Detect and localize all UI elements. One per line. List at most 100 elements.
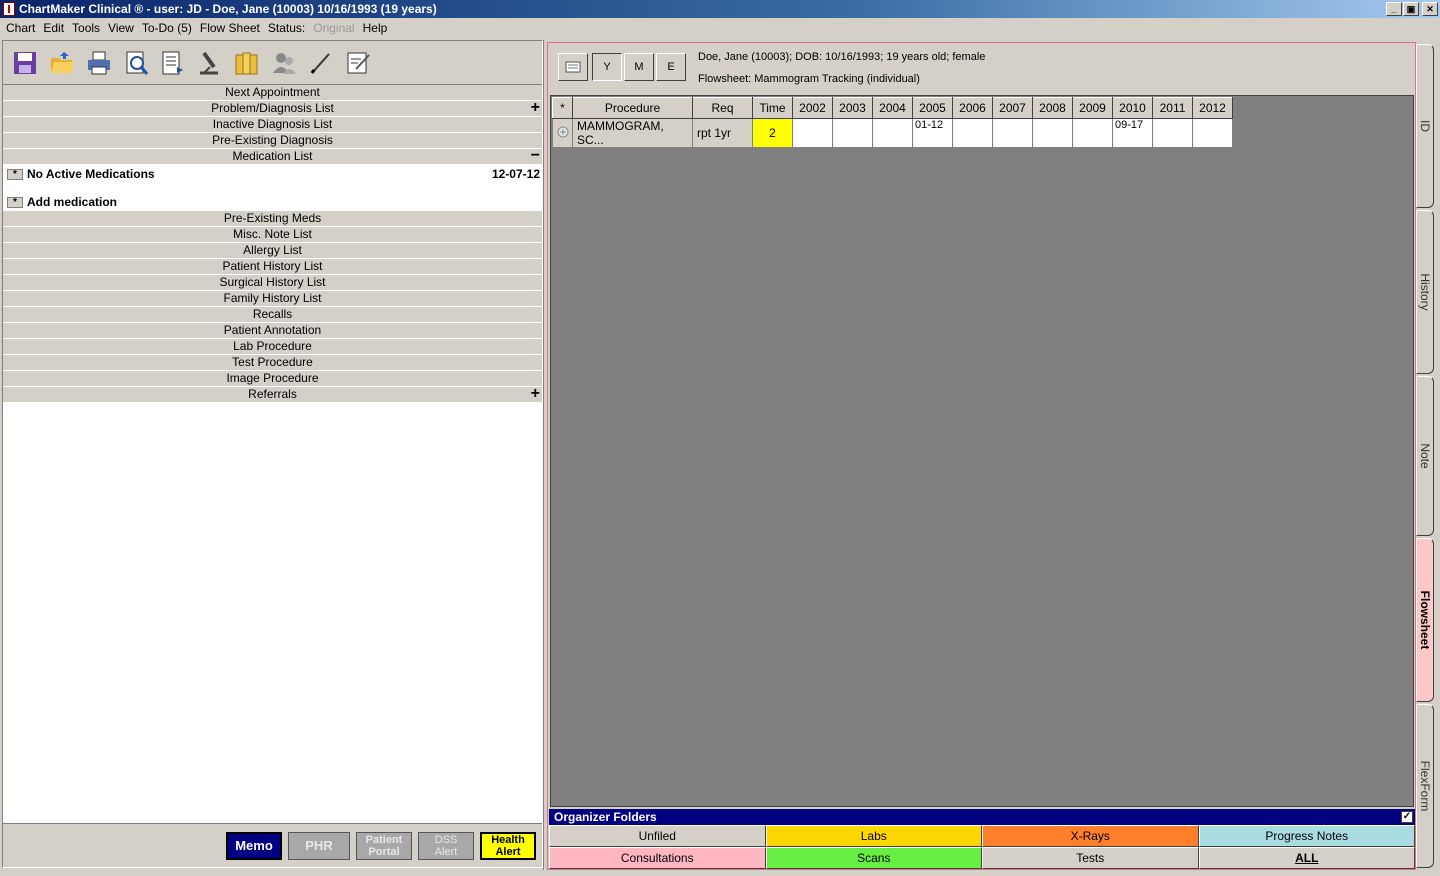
row-selector-icon[interactable]: [552, 118, 573, 148]
year-cell[interactable]: 09-17: [1112, 118, 1153, 148]
year-cell[interactable]: [1152, 118, 1193, 148]
menu-flowsheet[interactable]: Flow Sheet: [196, 21, 264, 35]
procedure-cell[interactable]: MAMMOGRAM, SC...: [572, 118, 693, 148]
star-button[interactable]: *: [7, 168, 23, 180]
minus-icon[interactable]: −: [531, 148, 540, 164]
restore-button[interactable]: ▣: [1403, 2, 1419, 16]
time-cell[interactable]: 2: [752, 118, 793, 148]
table-row[interactable]: MAMMOGRAM, SC... rpt 1yr 2 01-12 09-17: [552, 118, 1233, 148]
memo-button[interactable]: Memo: [226, 831, 282, 860]
section-label: Allergy List: [243, 243, 302, 257]
section-test-procedure[interactable]: Test Procedure: [3, 355, 542, 371]
section-patient-history-list[interactable]: Patient History List: [3, 259, 542, 275]
table-header-row: * Procedure Req Time 2002 2003 2004 2005…: [552, 97, 1233, 119]
section-label: Misc. Note List: [233, 227, 312, 241]
microscope-icon[interactable]: [194, 47, 225, 79]
tab-flexform[interactable]: FlexForm: [1416, 704, 1434, 868]
year-column-header: 2009: [1072, 97, 1113, 119]
flowsheet-grid: * Procedure Req Time 2002 2003 2004 2005…: [550, 95, 1414, 807]
phr-button[interactable]: PHR: [288, 831, 350, 860]
tab-id[interactable]: ID: [1416, 44, 1434, 208]
tab-flowsheet[interactable]: Flowsheet: [1416, 538, 1434, 702]
section-medication-list[interactable]: Medication List −: [3, 148, 542, 165]
folder-all[interactable]: ALL: [1198, 847, 1415, 869]
pen-icon[interactable]: [305, 47, 336, 79]
procedure-column-header[interactable]: Procedure: [572, 97, 693, 119]
req-column-header[interactable]: Req: [692, 97, 753, 119]
section-surgical-history-list[interactable]: Surgical History List: [3, 275, 542, 291]
section-next-appointment[interactable]: Next Appointment: [3, 85, 542, 101]
print-icon[interactable]: [83, 47, 114, 79]
vertical-tabs: ID History Note Flowsheet FlexForm: [1416, 44, 1434, 870]
year-cell[interactable]: [1072, 118, 1113, 148]
folder-progress-notes[interactable]: Progress Notes: [1198, 825, 1415, 847]
note-edit-icon[interactable]: [342, 47, 373, 79]
folder-scans[interactable]: Scans: [765, 847, 982, 869]
folder-consultations[interactable]: Consultations: [549, 847, 766, 869]
year-cell[interactable]: [952, 118, 993, 148]
patient-portal-button[interactable]: Patient Portal: [356, 831, 412, 860]
menu-tools[interactable]: Tools: [68, 21, 104, 35]
app-icon[interactable]: [3, 2, 15, 16]
folder-tests[interactable]: Tests: [982, 847, 1199, 869]
plus-icon[interactable]: +: [531, 386, 540, 402]
month-view-button[interactable]: M: [624, 53, 654, 81]
year-cell[interactable]: [872, 118, 913, 148]
add-medication-row[interactable]: * Add medication: [3, 193, 542, 211]
organizer-checkbox[interactable]: ✓: [1401, 811, 1413, 823]
section-lab-procedure[interactable]: Lab Procedure: [3, 339, 542, 355]
year-cell[interactable]: [992, 118, 1033, 148]
section-allergy-list[interactable]: Allergy List: [3, 243, 542, 259]
tab-note[interactable]: Note: [1416, 376, 1434, 536]
open-folder-icon[interactable]: [46, 47, 77, 79]
tab-label: FlexForm: [1418, 760, 1432, 812]
folders-icon[interactable]: [231, 47, 262, 79]
document-list-icon[interactable]: [157, 47, 188, 79]
section-referrals[interactable]: Referrals +: [3, 386, 542, 403]
section-family-history-list[interactable]: Family History List: [3, 291, 542, 307]
year-cell[interactable]: [832, 118, 873, 148]
year-cell[interactable]: [1032, 118, 1073, 148]
section-inactive-diagnosis[interactable]: Inactive Diagnosis List: [3, 117, 542, 133]
star-column-header: *: [552, 97, 573, 119]
section-pre-existing-meds[interactable]: Pre-Existing Meds: [3, 211, 542, 227]
minimize-button[interactable]: _: [1386, 2, 1402, 16]
folder-labs[interactable]: Labs: [765, 825, 982, 847]
close-button[interactable]: ✕: [1422, 2, 1438, 16]
folder-unfiled[interactable]: Unfiled: [549, 825, 766, 847]
time-column-header[interactable]: Time: [752, 97, 793, 119]
star-button[interactable]: *: [7, 196, 23, 208]
folder-xrays[interactable]: X-Rays: [982, 825, 1199, 847]
section-recalls[interactable]: Recalls: [3, 307, 542, 323]
tab-history[interactable]: History: [1416, 210, 1434, 374]
menu-help[interactable]: Help: [359, 21, 392, 35]
section-misc-note-list[interactable]: Misc. Note List: [3, 227, 542, 243]
flowsheet-table: * Procedure Req Time 2002 2003 2004 2005…: [552, 97, 1233, 148]
menu-todo[interactable]: To-Do (5): [138, 21, 196, 35]
e-view-button[interactable]: E: [656, 53, 686, 81]
section-image-procedure[interactable]: Image Procedure: [3, 371, 542, 387]
window-frame-right: [1434, 38, 1440, 876]
toolbar: [3, 41, 542, 85]
year-cell[interactable]: [792, 118, 833, 148]
menu-view[interactable]: View: [104, 21, 138, 35]
dss-alert-button[interactable]: DSS Alert: [418, 831, 474, 860]
menu-edit[interactable]: Edit: [39, 21, 68, 35]
plus-icon[interactable]: +: [531, 100, 540, 116]
section-problem-list[interactable]: Problem/Diagnosis List +: [3, 100, 542, 117]
users-icon[interactable]: [268, 47, 299, 79]
section-pre-existing-diagnosis[interactable]: Pre-Existing Diagnosis: [3, 133, 542, 149]
preview-icon[interactable]: [120, 47, 151, 79]
req-cell[interactable]: rpt 1yr: [692, 118, 753, 148]
year-view-button[interactable]: Y: [592, 53, 622, 81]
menu-bar: Chart Edit Tools View To-Do (5) Flow She…: [0, 18, 1440, 38]
section-patient-annotation[interactable]: Patient Annotation: [3, 323, 542, 339]
save-icon[interactable]: [9, 47, 40, 79]
menu-chart[interactable]: Chart: [2, 21, 39, 35]
year-cell[interactable]: [1192, 118, 1233, 148]
health-alert-button[interactable]: Health Alert: [480, 831, 536, 860]
calendar-icon[interactable]: [558, 53, 588, 81]
no-active-medications-row[interactable]: * No Active Medications 12-07-12: [3, 165, 542, 183]
year-cell[interactable]: 01-12: [912, 118, 953, 148]
tab-label: History: [1418, 273, 1432, 311]
